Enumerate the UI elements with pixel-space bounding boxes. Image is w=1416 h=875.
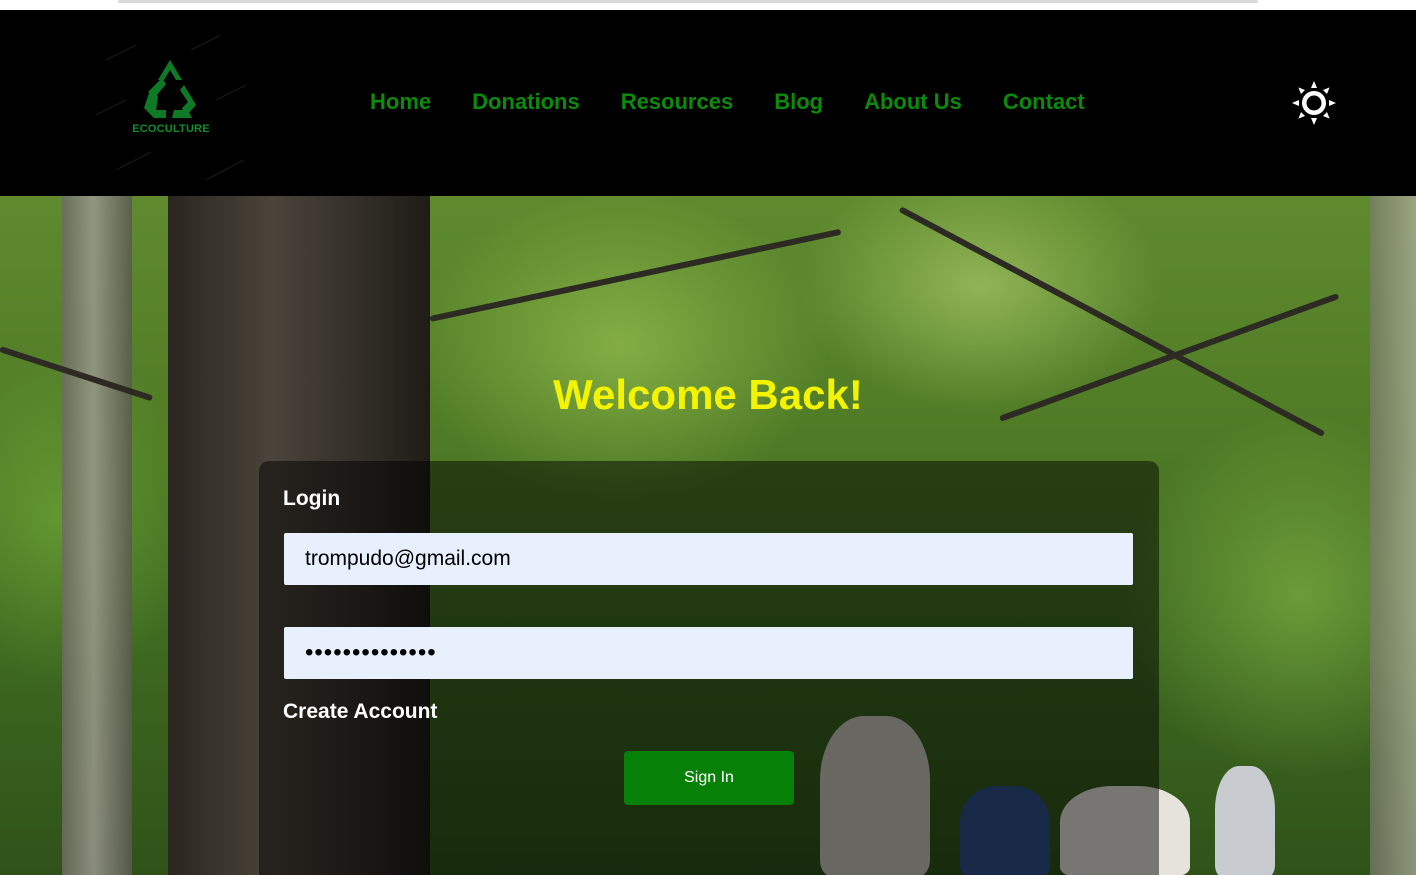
nav-about-us[interactable]: About Us	[864, 88, 962, 116]
browser-top-strip	[0, 0, 1416, 10]
recycle-icon	[95, 34, 247, 181]
top-scroll-bar	[118, 0, 1258, 3]
volunteer-figure	[1215, 766, 1275, 875]
main-nav: Home Donations Resources Blog About Us C…	[370, 88, 1126, 116]
nav-donations[interactable]: Donations	[472, 88, 580, 116]
tree-branch	[429, 228, 842, 322]
theme-toggle-button[interactable]	[1290, 79, 1338, 127]
password-field[interactable]	[284, 627, 1133, 679]
create-account-link[interactable]: Create Account	[283, 700, 437, 724]
sign-in-button[interactable]: Sign In	[624, 751, 794, 805]
nav-resources[interactable]: Resources	[621, 88, 734, 116]
nav-contact[interactable]: Contact	[1003, 88, 1085, 116]
email-field[interactable]	[284, 533, 1133, 585]
welcome-heading: Welcome Back!	[553, 371, 863, 418]
brand-name: ECOCULTURE	[132, 123, 210, 135]
login-title: Login	[283, 487, 341, 510]
sun-icon	[1292, 81, 1336, 125]
ecoculture-logo[interactable]: ECOCULTURE	[95, 30, 247, 181]
birch-trunk-right	[1370, 196, 1416, 875]
site-header: ECOCULTURE Home Donations Resources Blog…	[0, 10, 1416, 196]
login-card: Login Create Account Sign In	[259, 461, 1159, 875]
nav-blog[interactable]: Blog	[774, 88, 823, 116]
nav-home[interactable]: Home	[370, 88, 431, 116]
birch-trunk	[62, 196, 132, 875]
